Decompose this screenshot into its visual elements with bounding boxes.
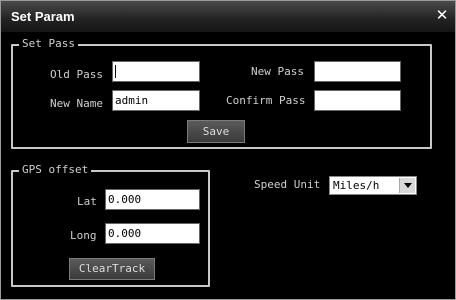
save-button[interactable]: Save — [187, 120, 245, 143]
chevron-down-icon[interactable] — [399, 178, 415, 193]
old-pass-field[interactable] — [112, 61, 200, 82]
new-pass-label: New Pass — [251, 65, 304, 78]
lat-label: Lat — [77, 195, 97, 208]
speed-unit-select[interactable]: Miles/h — [329, 176, 417, 195]
long-field[interactable]: 0.000 — [105, 223, 200, 244]
speed-unit-label: Speed Unit — [254, 178, 321, 191]
text-caret — [115, 65, 116, 78]
dialog-title: Set Param — [11, 9, 75, 24]
new-name-label: New Name — [50, 97, 103, 110]
long-label: Long — [70, 229, 97, 242]
new-name-field[interactable]: admin — [112, 90, 200, 111]
lat-field[interactable]: 0.000 — [105, 189, 200, 210]
confirm-pass-field[interactable] — [314, 90, 401, 111]
title-bar[interactable]: Set Param ✕ — [1, 1, 455, 32]
old-pass-label: Old Pass — [50, 68, 103, 81]
clear-track-button[interactable]: ClearTrack — [69, 258, 155, 280]
gps-offset-legend: GPS offset — [19, 163, 92, 176]
close-icon[interactable]: ✕ — [435, 8, 449, 23]
set-param-dialog: Set Param ✕ Set Pass Old Pass New Pass N… — [0, 0, 456, 300]
speed-unit-value: Miles/h — [333, 179, 380, 192]
confirm-pass-label: Confirm Pass — [226, 94, 306, 107]
set-pass-legend: Set Pass — [19, 37, 78, 50]
new-pass-field[interactable] — [314, 61, 401, 82]
